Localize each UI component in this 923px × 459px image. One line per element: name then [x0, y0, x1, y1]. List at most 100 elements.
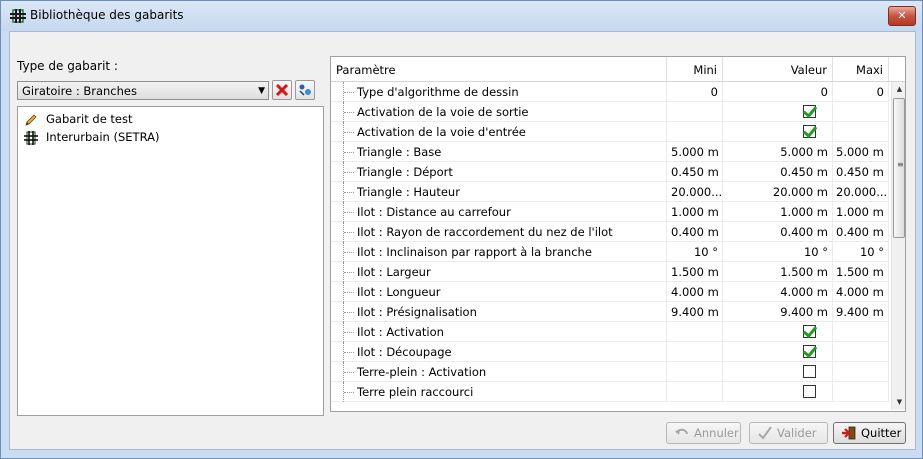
maxi-cell[interactable]	[833, 122, 889, 142]
value-cell[interactable]	[723, 342, 833, 362]
mini-cell[interactable]	[667, 322, 723, 342]
value-cell[interactable]: 0	[723, 82, 833, 102]
column-header-maxi[interactable]: Maxi	[833, 57, 889, 81]
mini-cell[interactable]: 4.000 m	[667, 282, 723, 302]
table-row[interactable]: Activation de la voie d'entrée	[331, 122, 889, 142]
value-checkbox[interactable]	[803, 385, 816, 398]
list-item[interactable]: Interurbain (SETRA)	[24, 129, 314, 147]
table-row[interactable]: Ilot : Largeur 1.500 m 1.500 m 1.500 m	[331, 262, 889, 282]
tree-connector	[343, 322, 358, 342]
maxi-cell[interactable]: 20.000...	[833, 182, 889, 202]
column-header-valeur[interactable]: Valeur	[723, 57, 833, 81]
value-cell[interactable]	[723, 122, 833, 142]
table-row[interactable]: Ilot : Rayon de raccordement du nez de l…	[331, 222, 889, 242]
param-name-cell: Triangle : Déport	[357, 162, 667, 182]
close-button[interactable]: ✕	[888, 6, 916, 26]
value-cell[interactable]: 1.000 m	[723, 202, 833, 222]
value-checkbox[interactable]	[803, 105, 816, 118]
table-row[interactable]: Ilot : Inclinaison par rapport à la bran…	[331, 242, 889, 262]
value-cell[interactable]: 9.400 m	[723, 302, 833, 322]
value-cell[interactable]	[723, 322, 833, 342]
maxi-cell[interactable]: 1.500 m	[833, 262, 889, 282]
column-header-mini[interactable]: Mini	[667, 57, 723, 81]
table-row[interactable]: Triangle : Base 5.000 m 5.000 m 5.000 m	[331, 142, 889, 162]
table-row[interactable]: Type d'algorithme de dessin 0 0 0	[331, 82, 889, 102]
value-cell[interactable]: 0.450 m	[723, 162, 833, 182]
mini-cell[interactable]	[667, 342, 723, 362]
maxi-cell[interactable]	[833, 362, 889, 382]
param-name-cell: Activation de la voie de sortie	[357, 102, 667, 122]
validate-button[interactable]: Valider	[749, 422, 828, 444]
mini-cell[interactable]: 0.450 m	[667, 162, 723, 182]
quit-label: Quitter	[861, 426, 902, 440]
maxi-cell[interactable]	[833, 342, 889, 362]
maxi-cell[interactable]: 10 °	[833, 242, 889, 262]
value-cell[interactable]: 1.500 m	[723, 262, 833, 282]
maxi-cell[interactable]	[833, 322, 889, 342]
tree-connector	[343, 262, 358, 282]
maxi-cell[interactable]: 4.000 m	[833, 282, 889, 302]
table-row[interactable]: Ilot : Activation	[331, 322, 889, 342]
template-list[interactable]: Gabarit de test Interurbain (SETRA)	[17, 106, 324, 416]
maxi-cell[interactable]: 9.400 m	[833, 302, 889, 322]
maxi-cell[interactable]: 0.450 m	[833, 162, 889, 182]
value-checkbox[interactable]	[803, 325, 816, 338]
table-row[interactable]: Triangle : Déport 0.450 m 0.450 m 0.450 m	[331, 162, 889, 182]
value-cell[interactable]: 20.000 m	[723, 182, 833, 202]
value-checkbox[interactable]	[803, 365, 816, 378]
value-checkbox[interactable]	[803, 345, 816, 358]
parameters-grid[interactable]: Paramètre Mini Valeur Maxi Type d'algori…	[330, 56, 906, 412]
value-cell[interactable]: 5.000 m	[723, 142, 833, 162]
maxi-cell[interactable]: 0	[833, 82, 889, 102]
table-row[interactable]: Terre-plein : Activation	[331, 362, 889, 382]
table-row[interactable]: Activation de la voie de sortie	[331, 102, 889, 122]
column-header-param[interactable]: Paramètre	[331, 57, 667, 81]
title-bar[interactable]: Bibliothèque des gabarits ✕	[1, 1, 922, 31]
table-row[interactable]: Triangle : Hauteur 20.000... 20.000 m 20.00…	[331, 182, 889, 202]
template-type-label: Type de gabarit :	[17, 59, 118, 73]
value-cell[interactable]: 0.400 m	[723, 222, 833, 242]
mini-cell[interactable]: 10 °	[667, 242, 723, 262]
table-row[interactable]: Ilot : Longueur 4.000 m 4.000 m 4.000 m	[331, 282, 889, 302]
cancel-button[interactable]: Annuler	[666, 422, 741, 444]
value-checkbox[interactable]	[803, 125, 816, 138]
vertical-scrollbar[interactable]: ▲ ≡ ▼	[891, 82, 905, 410]
import-button[interactable]	[295, 80, 315, 100]
mini-cell[interactable]	[667, 362, 723, 382]
value-cell[interactable]: 10 °	[723, 242, 833, 262]
value-cell[interactable]	[723, 362, 833, 382]
mini-cell[interactable]: 0	[667, 82, 723, 102]
value-cell[interactable]: 4.000 m	[723, 282, 833, 302]
table-row[interactable]: Ilot : Distance au carrefour 1.000 m 1.000…	[331, 202, 889, 222]
mini-cell[interactable]	[667, 122, 723, 142]
value-cell[interactable]	[723, 102, 833, 122]
mini-cell[interactable]	[667, 382, 723, 402]
mini-cell[interactable]: 5.000 m	[667, 142, 723, 162]
maxi-cell[interactable]: 5.000 m	[833, 142, 889, 162]
table-row[interactable]: Ilot : Présignalisation 9.400 m 9.400 m 9.4…	[331, 302, 889, 322]
tree-connector	[343, 202, 358, 222]
maxi-cell[interactable]	[833, 102, 889, 122]
mini-cell[interactable]: 1.500 m	[667, 262, 723, 282]
list-item[interactable]: Gabarit de test	[24, 111, 314, 129]
scroll-down-arrow-icon[interactable]: ▼	[892, 395, 905, 410]
value-cell[interactable]	[723, 382, 833, 402]
table-row[interactable]: Ilot : Découpage	[331, 342, 889, 362]
param-name-cell: Ilot : Longueur	[357, 282, 667, 302]
mini-cell[interactable]	[667, 102, 723, 122]
maxi-cell[interactable]: 1.000 m	[833, 202, 889, 222]
delete-button[interactable]	[272, 80, 292, 100]
mini-cell[interactable]: 20.000...	[667, 182, 723, 202]
table-row[interactable]: Terre plein raccourci	[331, 382, 889, 402]
scroll-thumb[interactable]: ≡	[893, 98, 905, 238]
maxi-cell[interactable]: 0.400 m	[833, 222, 889, 242]
chevron-down-icon: ▼	[258, 86, 265, 96]
mini-cell[interactable]: 0.400 m	[667, 222, 723, 242]
scroll-up-arrow-icon[interactable]: ▲	[892, 82, 905, 97]
mini-cell[interactable]: 1.000 m	[667, 202, 723, 222]
param-name-cell: Triangle : Hauteur	[357, 182, 667, 202]
mini-cell[interactable]: 9.400 m	[667, 302, 723, 322]
template-type-select[interactable]: Giratoire : Branches ▼	[17, 81, 269, 100]
quit-button[interactable]: Quitter	[833, 422, 906, 444]
maxi-cell[interactable]	[833, 382, 889, 402]
